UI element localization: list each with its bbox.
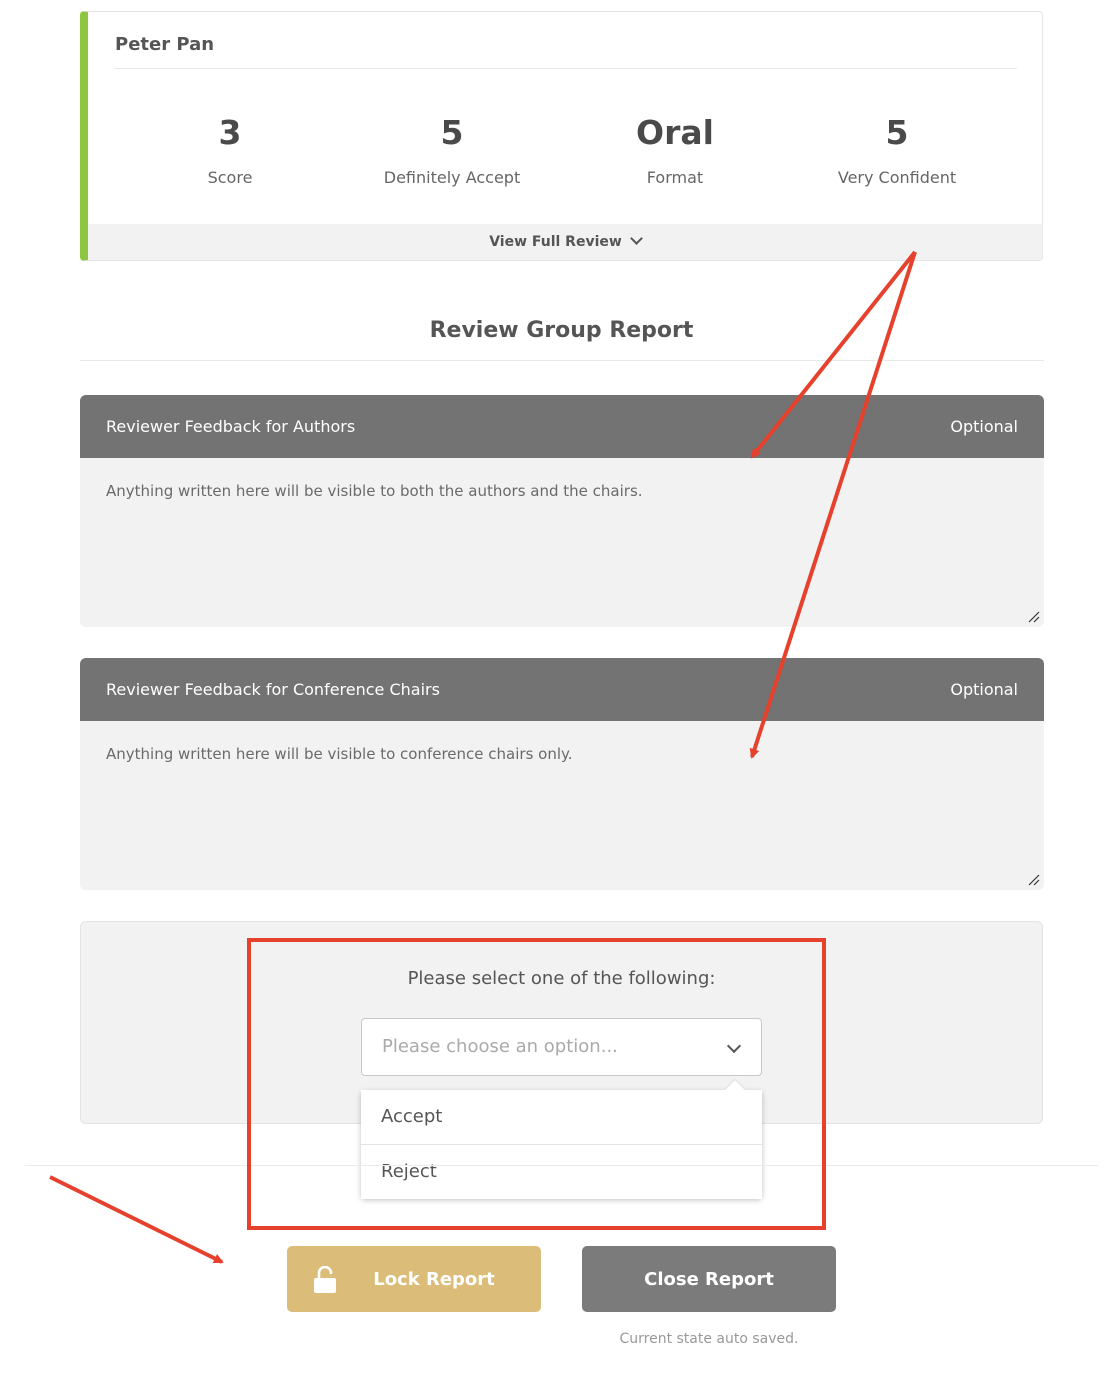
stat-label: Very Confident — [837, 168, 957, 187]
stat-value: 5 — [885, 113, 909, 152]
stat-format: Oral Format — [565, 110, 785, 187]
review-card: Peter Pan 3 Score 5 Definitely Accept Or… — [80, 11, 1043, 261]
stat-value: 5 — [440, 113, 464, 152]
lock-report-button[interactable]: Lock Report — [287, 1246, 541, 1312]
stat-label: Format — [646, 168, 704, 187]
arrow-to-lock-report — [49, 1175, 224, 1264]
section-title: Review Group Report — [429, 318, 694, 343]
page-divider — [25, 1165, 1098, 1166]
chairs-feedback-panel: Reviewer Feedback for Conference Chairs … — [80, 658, 1044, 890]
select-placeholder: Please choose an option... — [382, 1036, 618, 1057]
chairs-feedback-textarea[interactable] — [80, 721, 1044, 886]
optional-tag: Optional — [950, 680, 1018, 699]
chevron-down-icon — [629, 232, 643, 245]
option-accept[interactable]: Accept — [361, 1090, 762, 1144]
close-report-label: Close Report — [644, 1268, 774, 1290]
resize-handle-icon[interactable] — [1026, 609, 1040, 623]
decision-select[interactable]: Please choose an option... — [361, 1018, 762, 1076]
view-full-review-button[interactable]: View Full Review — [88, 224, 1042, 260]
decision-dropdown: Accept Reject — [361, 1080, 762, 1199]
stat-recommendation: 5 Definitely Accept — [342, 110, 562, 187]
section-divider — [80, 360, 1044, 361]
stat-score: 3 Score — [120, 110, 340, 187]
stat-value: Oral — [636, 113, 714, 152]
stat-confidence: 5 Very Confident — [787, 110, 1007, 187]
chevron-down-icon — [726, 1038, 742, 1054]
panel-header: Reviewer Feedback for Conference Chairs … — [80, 658, 1044, 721]
authors-feedback-panel: Reviewer Feedback for Authors Optional — [80, 395, 1044, 627]
stat-value: 3 — [218, 113, 242, 152]
autosave-note: Current state auto saved. — [619, 1331, 799, 1347]
decision-prompt: Please select one of the following: — [407, 968, 716, 989]
close-report-button[interactable]: Close Report — [582, 1246, 836, 1312]
panel-header: Reviewer Feedback for Authors Optional — [80, 395, 1044, 458]
stat-label: Score — [207, 168, 253, 187]
unlock-icon — [314, 1266, 336, 1293]
panel-title: Reviewer Feedback for Conference Chairs — [106, 680, 440, 699]
resize-handle-icon[interactable] — [1026, 872, 1040, 886]
optional-tag: Optional — [950, 417, 1018, 436]
authors-feedback-textarea[interactable] — [80, 458, 1044, 623]
reviewer-name: Peter Pan — [115, 34, 215, 55]
stat-label: Definitely Accept — [383, 168, 521, 187]
card-divider — [114, 68, 1017, 69]
option-reject[interactable]: Reject — [361, 1144, 762, 1199]
view-full-review-label: View Full Review — [489, 234, 622, 250]
panel-title: Reviewer Feedback for Authors — [106, 417, 356, 436]
lock-report-label: Lock Report — [373, 1268, 495, 1290]
